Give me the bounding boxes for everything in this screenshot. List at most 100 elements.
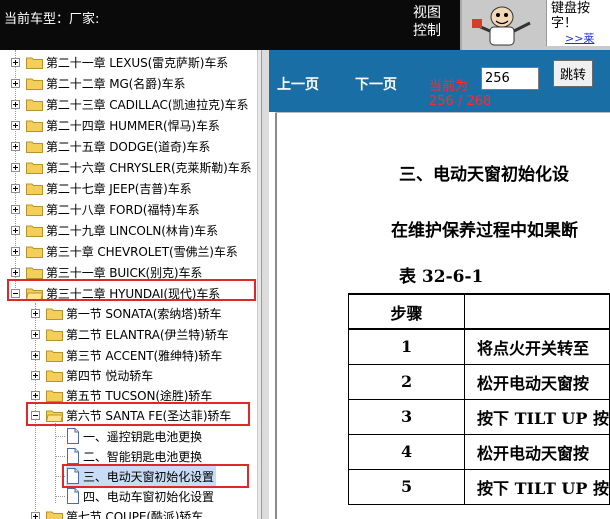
tree-item-chapter[interactable]: 第二十五章 DODGE(道奇)车系 [11,136,210,156]
tree-item-label: 四、电动车窗初始化设置 [83,489,214,504]
expand-icon[interactable] [11,246,20,256]
steps-table: 步骤 1 将点火开关转至 2 松开电动天窗按 3 按下 TILT UP 按 4 … [347,293,610,505]
folder-icon [26,225,43,237]
step-number: 3 [347,398,466,435]
step-number: 5 [347,468,466,505]
tree-item-label: 第二十三章 CADILLAC(凯迪拉克)车系 [46,97,249,112]
document-paragraph: 在维护保养过程中如果断 [391,221,578,241]
folder-icon [46,390,63,402]
tree-item-label: 第二十五章 DODGE(道奇)车系 [46,139,211,154]
tree-item-chapter[interactable]: 第三十章 CHEVROLET(雪佛兰)车系 [11,241,238,261]
table-row: 4 松开电动天窗按 [347,433,610,470]
tree-item-chapter[interactable]: 第二十一章 LEXUS(雷克萨斯)车系 [11,52,228,72]
expand-icon[interactable] [11,267,20,277]
document-border [275,112,277,519]
folder-icon [46,350,63,362]
tree-item-section[interactable]: 第四节 悦动轿车 [31,365,153,385]
document-icon [67,488,79,504]
expand-icon[interactable] [11,57,20,67]
go-button[interactable]: 跳转 [553,60,593,87]
advert-bubble: 键盘按 字！ >>莱 [546,0,610,46]
tree-item-label: 第一节 SONATA(索纳塔)轿车 [66,306,222,321]
panel-splitter[interactable] [262,50,269,519]
tree-item-label: 一、遥控钥匙电池更换 [83,429,203,444]
expand-icon[interactable] [11,162,20,172]
tree-item-label: 第二十四章 HUMMER(悍马)车系 [46,118,220,133]
step-text: 松开电动天窗按 [464,363,610,400]
tree-item-label: 第二十六章 CHRYSLER(克莱斯勒)车系 [46,160,252,175]
table-row: 1 将点火开关转至 [347,328,610,365]
tree-item-doc[interactable]: 一、遥控钥匙电池更换 [66,426,202,446]
current-car-label: 当前车型：厂家: [4,12,100,27]
tree-item-chapter[interactable]: 第二十六章 CHRYSLER(克莱斯勒)车系 [11,157,252,177]
tree-item-chapter[interactable]: 第二十九章 LINCOLN(林肯)车系 [11,220,218,240]
highlight-box-chapter [7,279,256,301]
tree-item-section[interactable]: 第三节 ACCENT(雅绅特)轿车 [31,345,222,365]
tree-item-chapter[interactable]: 第二十八章 FORD(福特)车系 [11,199,200,219]
expand-icon[interactable] [11,204,20,214]
step-number: 2 [347,363,466,400]
expand-icon[interactable] [31,511,40,519]
tree-item-section[interactable]: 第二节 ELANTRA(伊兰特)轿车 [31,324,229,344]
view-control-line2: 控制 [413,23,441,39]
tree-item-label: 第二节 ELANTRA(伊兰特)轿车 [66,327,229,342]
tree-item-chapter[interactable]: 第二十七章 JEEP(吉普)车系 [11,178,192,198]
chapter-tree[interactable]: 第二十一章 LEXUS(雷克萨斯)车系 第二十二章 MG(名爵)车系 第二十三章… [0,50,262,519]
step-text: 按下 TILT UP 按 [464,398,610,435]
expand-icon[interactable] [31,329,40,339]
tree-item-label: 第七节 COUPE(酷派)轿车 [66,509,204,519]
expand-icon[interactable] [31,370,40,380]
table-row: 3 按下 TILT UP 按 [347,398,610,435]
tree-item-section[interactable]: 第七节 COUPE(酷派)轿车 [31,506,203,519]
next-page-link[interactable]: 下一页 [355,74,397,94]
expand-icon[interactable] [11,120,20,130]
expand-icon[interactable] [31,390,40,400]
step-number: 4 [347,433,466,470]
tree-item-label: 第二十七章 JEEP(吉普)车系 [46,181,192,196]
expand-icon[interactable] [11,141,20,151]
expand-icon[interactable] [11,78,20,88]
folder-icon [26,204,43,216]
folder-icon [46,308,63,320]
folder-icon [46,370,63,382]
expand-icon[interactable] [11,99,20,109]
document-icon [67,448,79,464]
view-control-button[interactable]: 视图 控制 [413,4,441,40]
tree-item-doc[interactable]: 二、智能钥匙电池更换 [66,446,202,466]
document-icon [67,428,79,444]
folder-icon [26,99,43,111]
tree-item-label: 第三十一章 BUICK(别克)车系 [46,265,203,280]
mascot-icon [472,6,531,46]
tree-item-label: 第五节 TUCSON(途胜)轿车 [66,388,213,403]
expand-icon[interactable] [11,225,20,235]
expand-icon[interactable] [11,183,20,193]
tree-item-chapter[interactable]: 第二十二章 MG(名爵)车系 [11,73,186,93]
tree-item-label: 第二十一章 LEXUS(雷克萨斯)车系 [46,55,229,70]
advert-link[interactable]: >>莱 [565,30,594,46]
folder-icon [26,78,43,90]
page-number-input[interactable] [481,67,539,90]
current-page-label: 当前为 [429,79,469,94]
tree-item-chapter[interactable]: 第二十四章 HUMMER(悍马)车系 [11,115,220,135]
tree-item-doc[interactable]: 四、电动车窗初始化设置 [66,486,214,506]
table-row: 5 按下 TILT UP 按 [347,468,610,505]
step-text: 松开电动天窗按 [464,433,610,470]
folder-icon [26,183,43,195]
folder-icon [26,141,43,153]
folder-icon [26,57,43,69]
document-view[interactable]: 三、电动天窗初始化设 在维护保养过程中如果断 表 32-6-1 步骤 1 将点火… [269,112,610,519]
tree-item-label: 第二十九章 LINCOLN(林肯)车系 [46,223,218,238]
expand-icon[interactable] [31,308,40,318]
prev-page-link[interactable]: 上一页 [277,74,319,94]
folder-icon [26,246,43,258]
table-header-blank [464,293,610,330]
advert-banner[interactable]: 键盘按 字！ >>莱 [460,0,610,50]
table-header-row: 步骤 [347,293,610,330]
folder-icon [26,267,43,279]
tree-item-chapter[interactable]: 第二十三章 CADILLAC(凯迪拉克)车系 [11,94,248,114]
tree-item-section[interactable]: 第一节 SONATA(索纳塔)轿车 [31,303,222,323]
tree-item-label: 第二十二章 MG(名爵)车系 [46,76,186,91]
folder-icon [46,329,63,341]
tree-item-label: 第二十八章 FORD(福特)车系 [46,202,200,217]
expand-icon[interactable] [31,350,40,360]
